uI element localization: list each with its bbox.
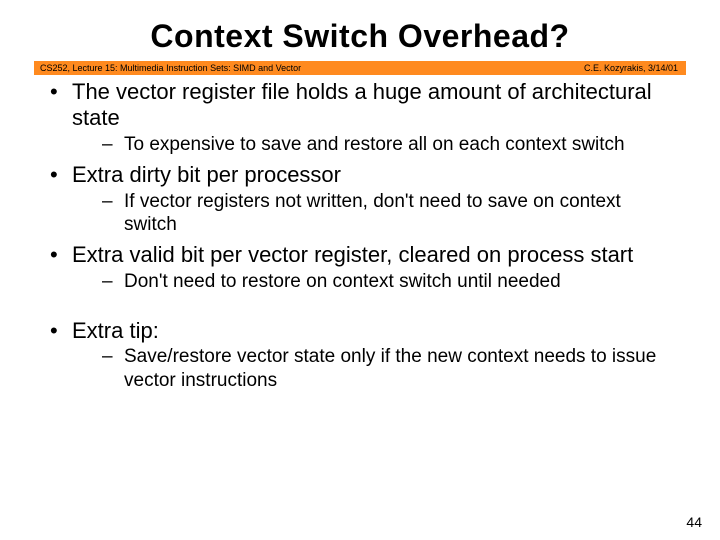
sub-item: To expensive to save and restore all on … [72,133,674,156]
banner-right: C.E. Kozyrakis, 3/14/01 [584,63,678,73]
slide-content: The vector register file holds a huge am… [0,79,720,392]
bullet-item: Extra tip: Save/restore vector state onl… [46,318,674,392]
sub-item: Don't need to restore on context switch … [72,270,674,293]
bullet-text: Extra valid bit per vector register, cle… [72,242,633,267]
bullet-text: The vector register file holds a huge am… [72,79,652,130]
bullet-item: The vector register file holds a huge am… [46,79,674,156]
spacer [46,300,674,314]
sub-list: If vector registers not written, don't n… [72,190,674,236]
sub-item: If vector registers not written, don't n… [72,190,674,236]
sub-list: Save/restore vector state only if the ne… [72,345,674,391]
header-banner: CS252, Lecture 15: Multimedia Instructio… [34,61,686,75]
sub-item: Save/restore vector state only if the ne… [72,345,674,391]
bullet-item: Extra valid bit per vector register, cle… [46,242,674,293]
sub-list: Don't need to restore on context switch … [72,270,674,293]
banner-left: CS252, Lecture 15: Multimedia Instructio… [40,63,301,73]
bullet-text: Extra tip: [72,318,159,343]
sub-list: To expensive to save and restore all on … [72,133,674,156]
bullet-list: The vector register file holds a huge am… [46,79,674,294]
bullet-list: Extra tip: Save/restore vector state onl… [46,318,674,392]
bullet-item: Extra dirty bit per processor If vector … [46,162,674,236]
bullet-text: Extra dirty bit per processor [72,162,341,187]
slide-title: Context Switch Overhead? [0,0,720,61]
page-number: 44 [686,514,702,530]
